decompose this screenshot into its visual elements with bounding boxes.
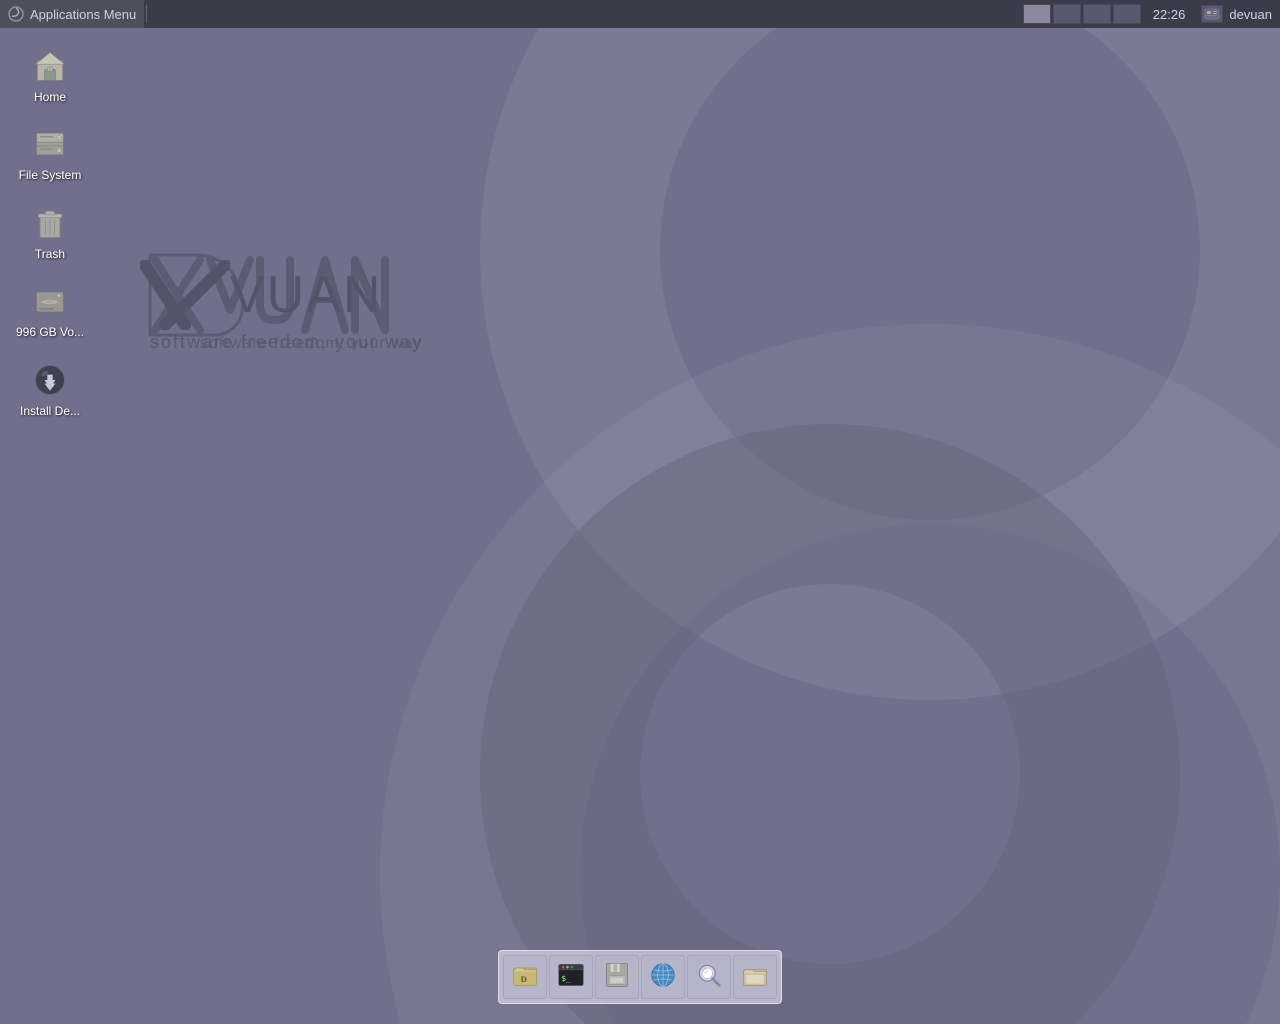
filesystem-icon: [30, 124, 70, 164]
username-label: devuan: [1229, 7, 1272, 22]
desktop-icon-volume[interactable]: 996 GB Vo...: [10, 275, 90, 345]
user-avatar-icon: [1204, 8, 1220, 20]
filesystem-label: File System: [19, 168, 82, 182]
browser-icon: [649, 961, 677, 994]
taskbar: D $_: [498, 950, 782, 1004]
trash-icon: [30, 203, 70, 243]
taskbar-filemanager[interactable]: D: [503, 955, 547, 999]
volume-icon: [30, 281, 70, 321]
trash-label: Trash: [35, 247, 65, 261]
search-taskbar-icon: [695, 961, 723, 994]
user-area[interactable]: devuan: [1193, 5, 1280, 23]
terminal-icon: $_: [557, 961, 585, 994]
workspace-1[interactable]: [1023, 4, 1051, 24]
home-label: Home: [34, 90, 66, 104]
taskbar-browser[interactable]: [641, 955, 685, 999]
desktop: [0, 0, 1280, 1024]
applications-menu-icon: [8, 6, 24, 22]
svg-text:D: D: [521, 974, 527, 984]
filemanager-icon: D: [511, 961, 539, 994]
workspace-4[interactable]: [1113, 4, 1141, 24]
workspace-switcher: [1023, 4, 1141, 24]
desktop-icon-trash[interactable]: Trash: [10, 197, 90, 267]
storage-icon: [603, 961, 631, 994]
workspace-2[interactable]: [1053, 4, 1081, 24]
panel-separator: [146, 5, 147, 23]
taskbar-terminal[interactable]: $_: [549, 955, 593, 999]
install-icon: [30, 360, 70, 400]
install-label: Install De...: [20, 404, 80, 418]
svg-text:$_: $_: [561, 974, 571, 983]
taskbar-show-desktop[interactable]: [733, 955, 777, 999]
clock: 22:26: [1145, 7, 1194, 22]
workspace-3[interactable]: [1083, 4, 1111, 24]
taskbar-search[interactable]: [687, 955, 731, 999]
desktop-icons: Home File System: [10, 40, 90, 428]
desktop-icon-install[interactable]: Install De...: [10, 354, 90, 424]
top-panel: Applications Menu 22:26 devuan: [0, 0, 1280, 28]
show-desktop-icon: [741, 961, 769, 994]
home-icon: [30, 46, 70, 86]
desktop-icon-home[interactable]: Home: [10, 40, 90, 110]
taskbar-storage[interactable]: [595, 955, 639, 999]
desktop-icon-filesystem[interactable]: File System: [10, 118, 90, 188]
user-icon: [1201, 5, 1223, 23]
volume-label: 996 GB Vo...: [16, 325, 84, 339]
applications-menu-label: Applications Menu: [30, 7, 136, 22]
applications-menu[interactable]: Applications Menu: [0, 0, 144, 28]
